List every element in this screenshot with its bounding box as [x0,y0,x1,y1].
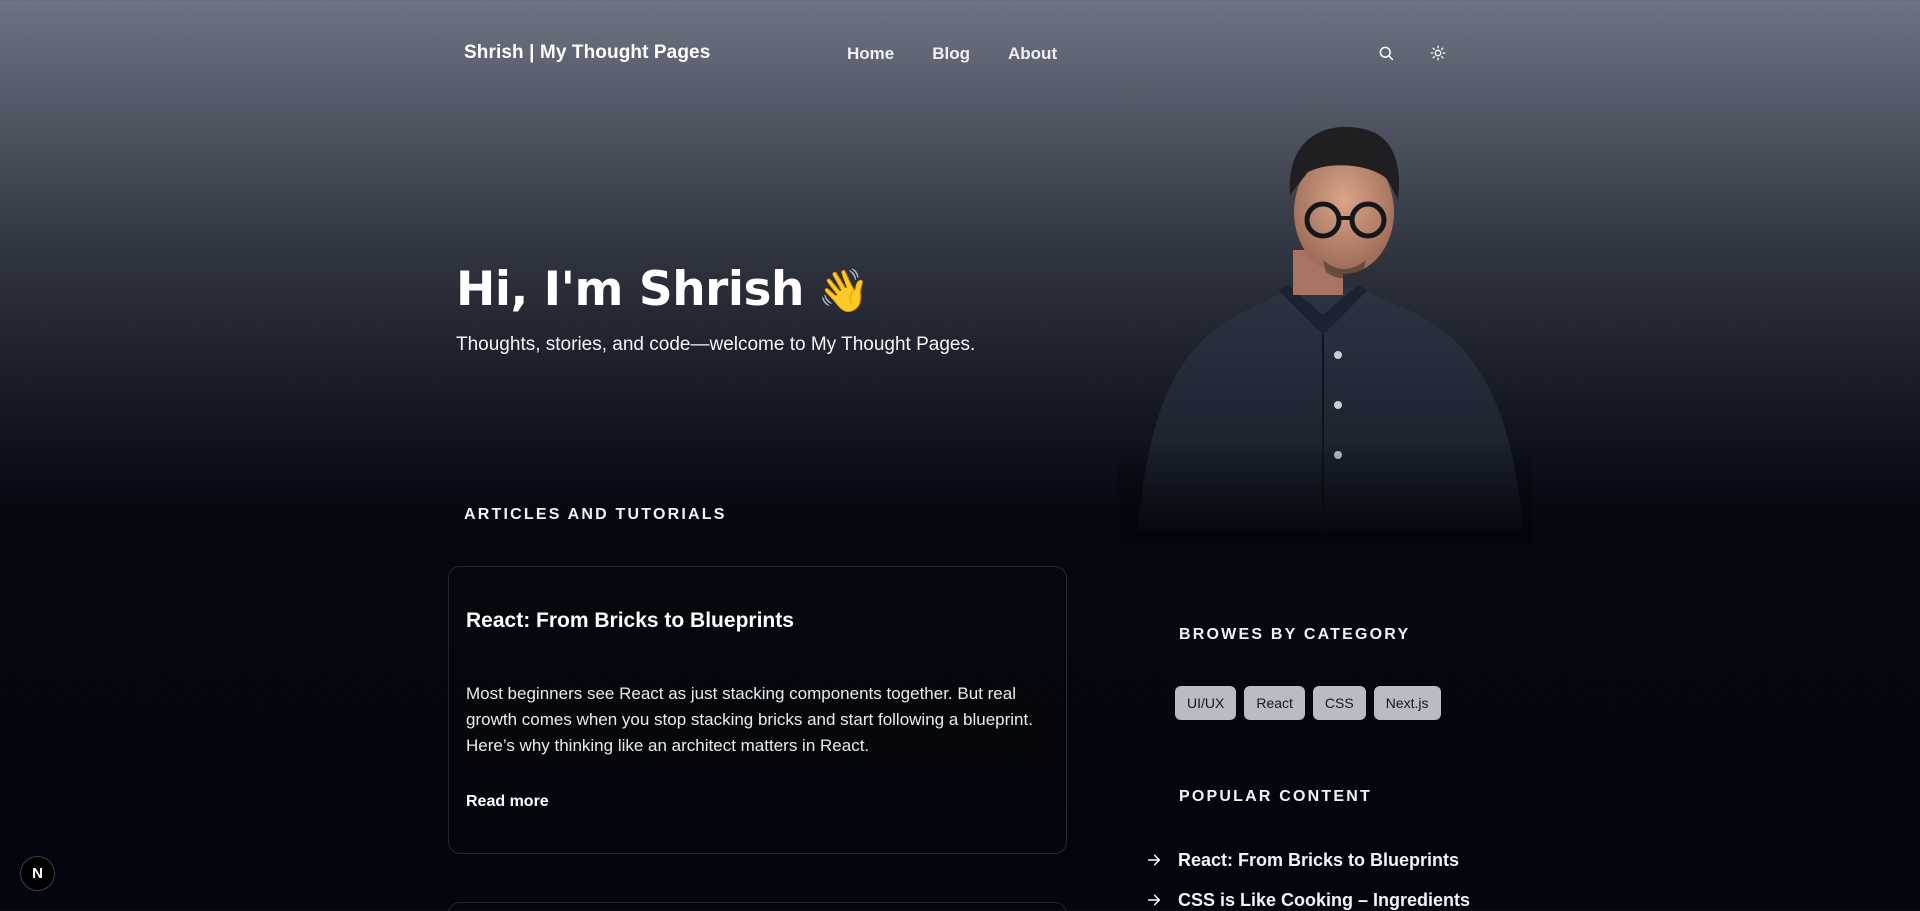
nav-links: Home Blog About [847,44,1057,64]
article-card-next[interactable] [448,902,1067,911]
search-icon [1379,46,1394,61]
nextjs-dev-indicator[interactable]: N [20,856,55,891]
article-card[interactable]: React: From Bricks to Blueprints Most be… [448,566,1067,854]
popular-list: React: From Bricks to Blueprints CSS is … [1146,850,1470,911]
avatar-illustration [1118,110,1532,546]
category-chip-css[interactable]: CSS [1312,686,1366,720]
popular-item[interactable]: React: From Bricks to Blueprints [1146,850,1470,870]
nav-link-about[interactable]: About [1008,44,1057,64]
top-navigation: Shrish | My Thought Pages Home Blog Abou… [0,0,1920,106]
article-title[interactable]: React: From Bricks to Blueprints [466,609,794,633]
article-excerpt: Most beginners see React as just stackin… [466,684,1033,755]
hero-title-text: Hi, I'm Shrish [456,262,804,317]
articles-heading: ARTICLES AND TUTORIALS [464,506,727,523]
popular-item-label: CSS is Like Cooking – Ingredients [1178,889,1471,910]
category-chips: UI/UX React CSS Next.js [1175,686,1441,720]
arrow-right-icon [1147,854,1161,866]
nav-link-home[interactable]: Home [847,44,894,64]
category-heading: BROWES BY CATEGORY [1179,626,1411,643]
popular-item[interactable]: CSS is Like Cooking – Ingredients [1146,890,1470,910]
popular-heading: POPULAR CONTENT [1179,788,1372,805]
read-more-link[interactable]: Read more [466,793,549,811]
site-brand[interactable]: Shrish | My Thought Pages [464,42,710,64]
search-button[interactable] [1375,42,1397,64]
popular-item-label: React: From Bricks to Blueprints [1178,849,1460,870]
arrow-right-icon [1147,894,1161,906]
nav-link-blog[interactable]: Blog [932,44,970,64]
waving-hand-icon: 👋 [817,266,870,315]
hero-subtitle: Thoughts, stories, and code—welcome to M… [456,334,976,355]
category-chip-react[interactable]: React [1244,686,1305,720]
theme-toggle-button[interactable] [1427,42,1449,64]
theme-toggle-icon [1430,45,1446,61]
hero-title: Hi, I'm Shrish 👋 [456,262,870,317]
category-chip-uiux[interactable]: UI/UX [1175,686,1237,720]
category-chip-nextjs[interactable]: Next.js [1373,686,1441,720]
